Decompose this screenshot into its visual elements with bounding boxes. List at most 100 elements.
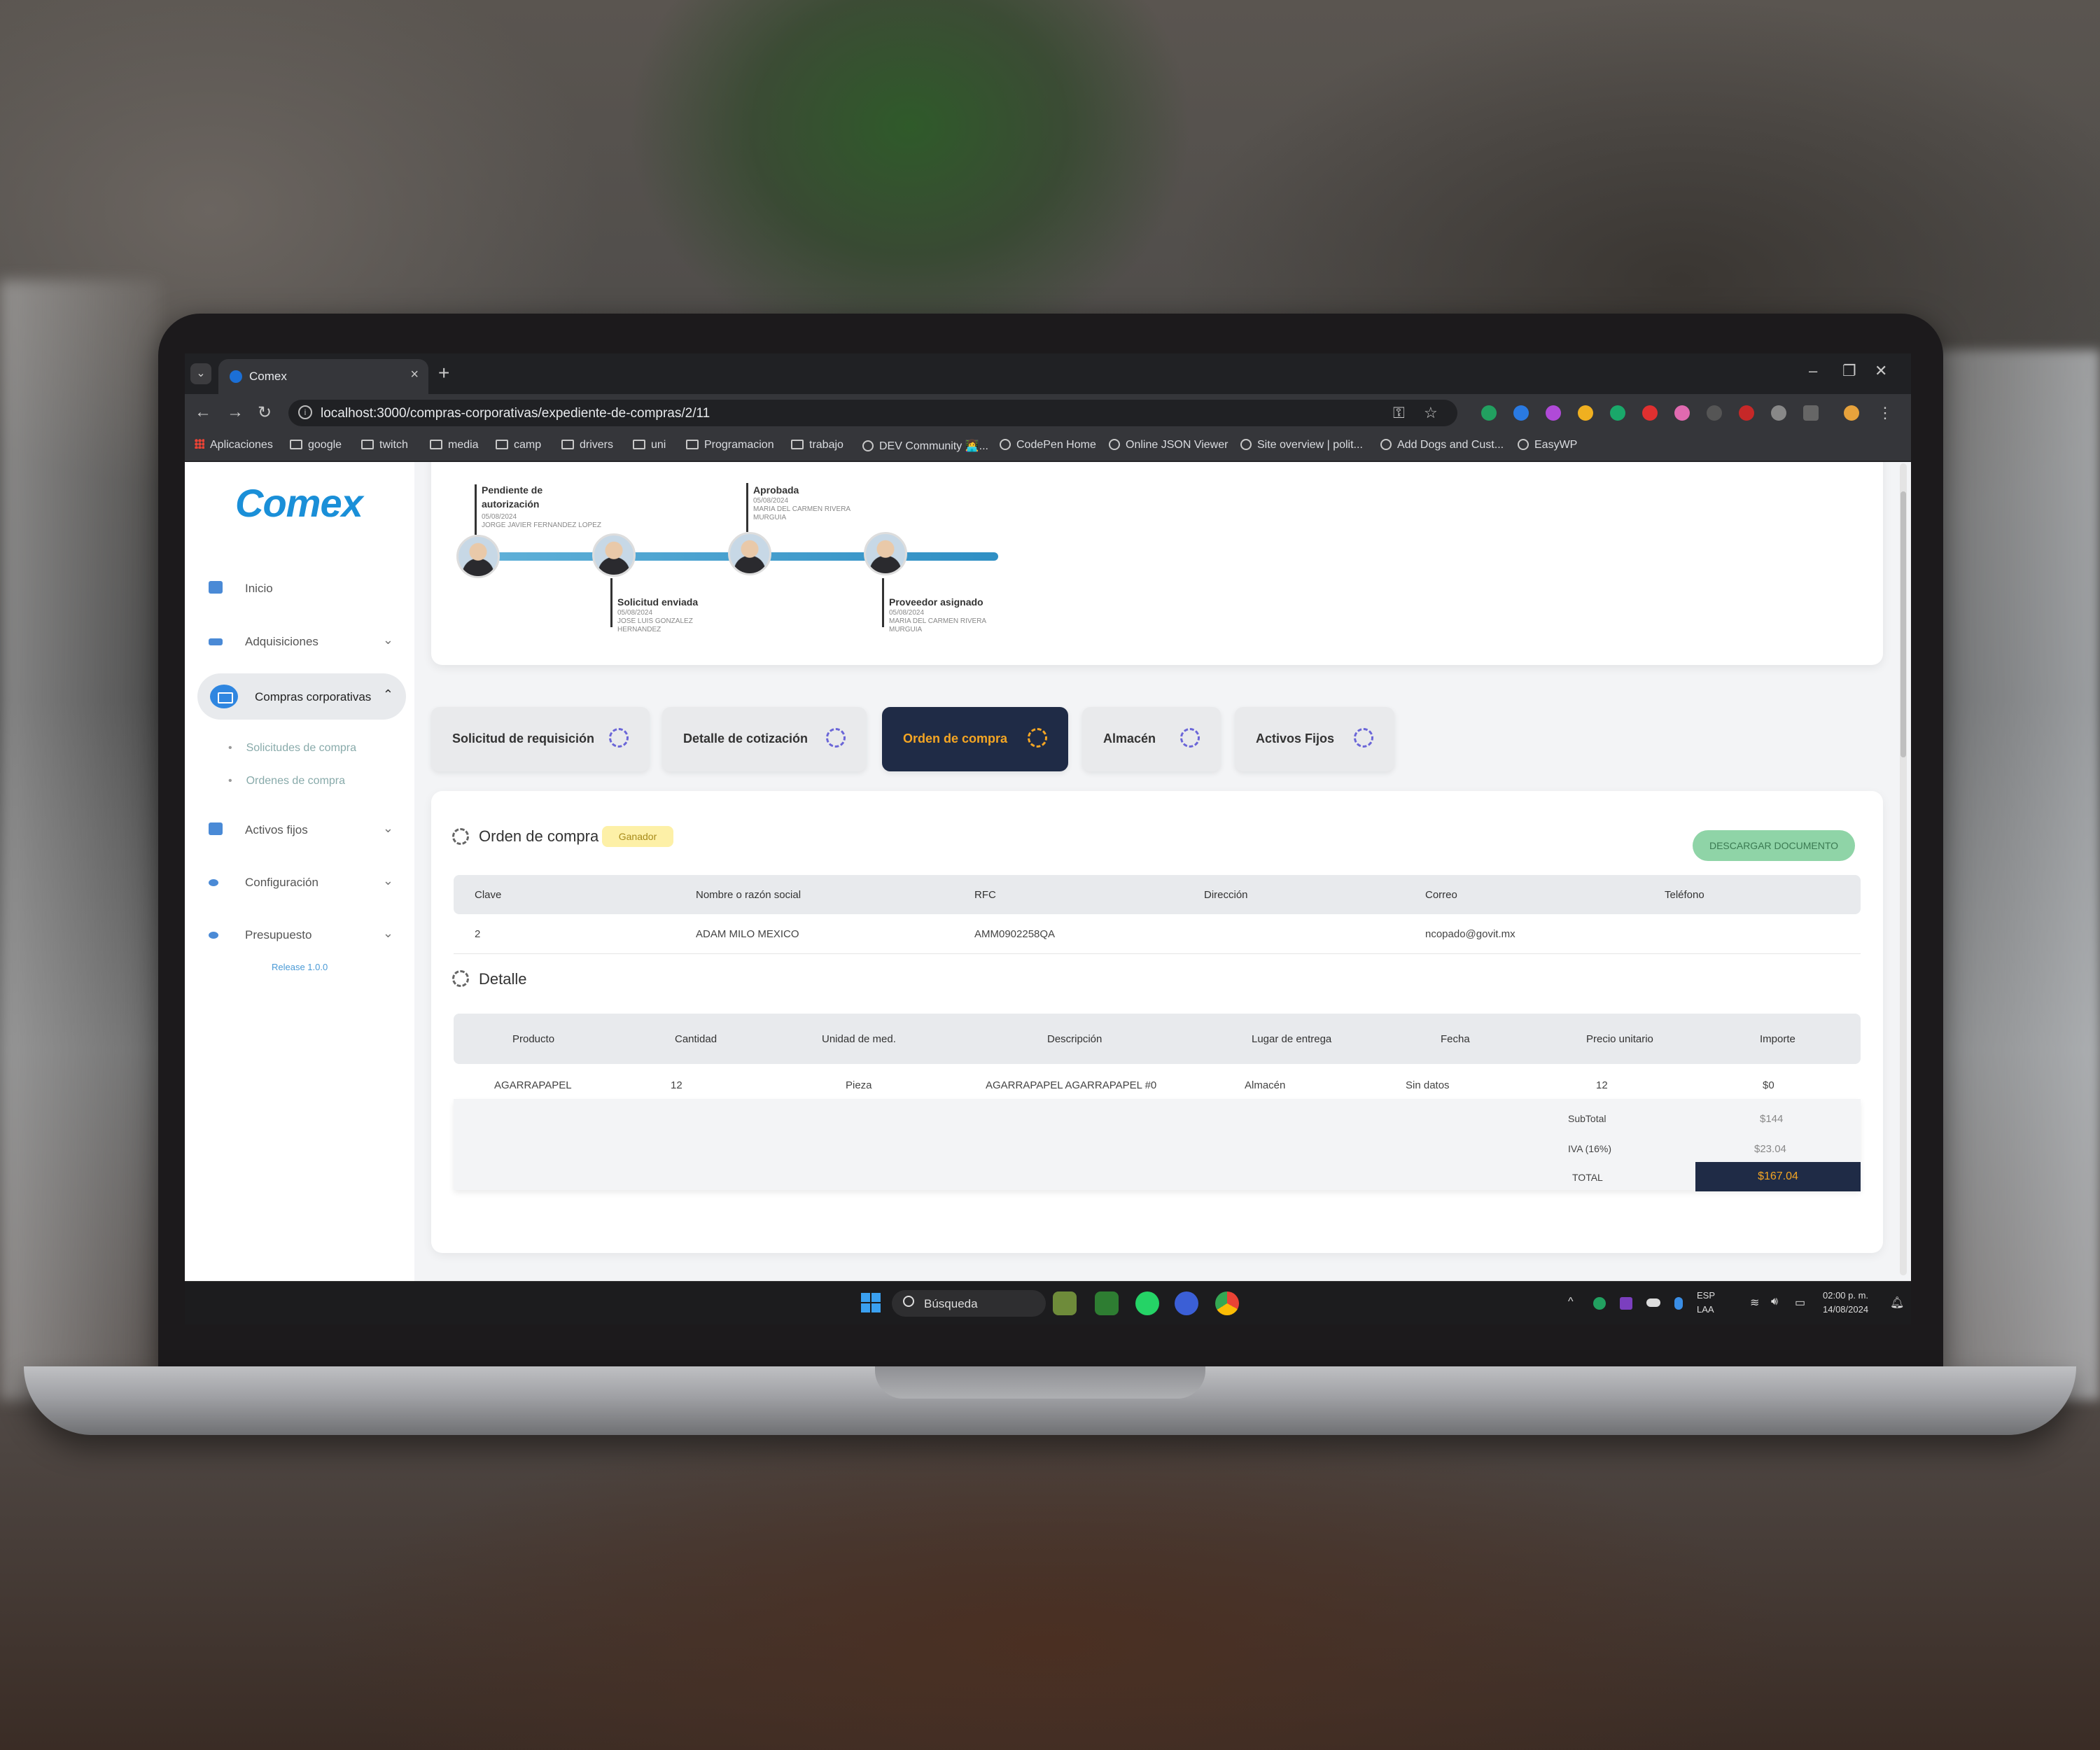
tray-overflow-icon[interactable]: ^ — [1568, 1296, 1574, 1308]
bookmark-folder[interactable]: twitch — [361, 439, 408, 451]
clock-time[interactable]: 02:00 p. m. — [1823, 1290, 1868, 1301]
bookmark-folder[interactable]: Programacion — [686, 439, 774, 451]
section-title-detalle: Detalle — [479, 970, 527, 988]
windows-start-icon[interactable] — [861, 1293, 881, 1312]
subtotal-value: $144 — [1760, 1113, 1784, 1125]
taskbar-app-minecraft-icon[interactable] — [1095, 1292, 1119, 1315]
taskbar-app-messenger-icon[interactable] — [1175, 1292, 1198, 1315]
minimize-icon[interactable]: – — [1809, 362, 1817, 380]
bookmark-apps[interactable]: Aplicaciones — [195, 439, 273, 451]
browser-menu-icon[interactable]: ⋮ — [1877, 404, 1893, 422]
extension-shield-gray-icon[interactable] — [1771, 405, 1786, 421]
chevron-down-icon: ⌄ — [382, 874, 393, 888]
extension-gray-icon[interactable] — [1707, 405, 1722, 421]
extension-green-icon[interactable] — [1610, 405, 1625, 421]
tab-solicitud-requisicion[interactable]: Solicitud de requisición — [431, 707, 650, 771]
tray-shield-icon[interactable] — [1593, 1297, 1606, 1310]
extension-pdf-icon[interactable] — [1642, 405, 1658, 421]
tab-search-button[interactable]: ⌄ — [190, 363, 211, 384]
taskbar-app-whatsapp-icon[interactable] — [1135, 1292, 1159, 1315]
back-icon[interactable]: ← — [195, 402, 211, 422]
taskbar-app-widget-icon[interactable] — [1053, 1292, 1077, 1315]
address-bar[interactable]: i localhost:3000/compras-corporativas/ex… — [288, 400, 1457, 426]
clock-date[interactable]: 14/08/2024 — [1823, 1304, 1868, 1315]
sidebar-subitem-solicitudes[interactable]: Solicitudes de compra — [228, 742, 356, 755]
bookmark-link[interactable]: Online JSON Viewer — [1109, 439, 1228, 451]
tab-activos-fijos[interactable]: Activos Fijos — [1235, 707, 1394, 771]
browser-tab-comex[interactable]: Comex × — [218, 359, 428, 394]
tab-label: Solicitud de requisición — [452, 732, 595, 746]
reload-icon[interactable]: ↻ — [258, 402, 272, 423]
timeline-step-person: JOSE LUIS GONZALEZ HERNANDEZ — [617, 617, 693, 634]
sidebar-item-compras-corporativas[interactable]: Compras corporativas ⌃ — [197, 673, 406, 720]
forward-icon[interactable]: → — [227, 402, 244, 422]
tab-almacen[interactable]: Almacén — [1082, 707, 1221, 771]
extension-color-icon[interactable] — [1674, 405, 1690, 421]
bookmark-star-icon[interactable]: ☆ — [1424, 404, 1438, 422]
bookmark-folder[interactable]: drivers — [561, 439, 613, 451]
column-header: Descripción — [1047, 1033, 1102, 1045]
sidebar-item-adquisiciones[interactable]: Adquisiciones ⌄ — [209, 627, 398, 655]
sidebar-item-inicio[interactable]: Inicio — [209, 574, 398, 602]
volume-icon[interactable]: 🔊︎ — [1771, 1296, 1778, 1308]
card-icon — [209, 638, 223, 645]
tab-orden-compra[interactable]: Orden de compra — [882, 707, 1068, 771]
column-header: Importe — [1760, 1033, 1795, 1045]
bookmark-link[interactable]: Add Dogs and Cust... — [1380, 439, 1504, 451]
bookmark-folder[interactable]: google — [290, 439, 342, 451]
sidebar-item-configuracion[interactable]: Configuración ⌄ — [209, 868, 398, 896]
new-tab-icon[interactable]: + — [438, 362, 449, 384]
sidebar-subitem-ordenes[interactable]: Ordenes de compra — [228, 775, 345, 788]
password-key-icon[interactable]: ⚿ — [1393, 404, 1405, 422]
restore-icon[interactable]: ❐ — [1842, 362, 1856, 380]
bookmark-link[interactable]: DEV Community 👩‍💻... — [862, 439, 988, 453]
tray-onenote-icon[interactable] — [1620, 1297, 1632, 1310]
avatar — [728, 532, 771, 575]
sidebar-item-activos-fijos[interactable]: Activos fijos ⌄ — [209, 816, 398, 844]
tab-detalle-cotizacion[interactable]: Detalle de cotización — [662, 707, 867, 771]
close-tab-icon[interactable]: × — [410, 367, 419, 383]
total-value: $167.04 — [1695, 1162, 1861, 1191]
extension-shield-icon[interactable] — [1481, 405, 1497, 421]
gear-icon — [609, 728, 629, 748]
bookmark-folder[interactable]: media — [430, 439, 479, 451]
bookmark-link[interactable]: Site overview | polit... — [1240, 439, 1363, 451]
taskbar-app-chrome-icon[interactable] — [1215, 1292, 1239, 1315]
avatar — [456, 535, 500, 578]
extension-check-icon[interactable] — [1513, 405, 1529, 421]
column-header: Clave — [475, 889, 502, 901]
folder-icon — [791, 440, 804, 449]
globe-icon — [1109, 439, 1120, 450]
site-info-icon[interactable]: i — [298, 405, 312, 419]
bookmark-link[interactable]: CodePen Home — [1000, 439, 1096, 451]
bookmark-folder[interactable]: trabajo — [791, 439, 844, 451]
column-header: Lugar de entrega — [1252, 1033, 1332, 1045]
profile-avatar-icon[interactable] — [1844, 405, 1859, 421]
tray-cloud-icon[interactable] — [1646, 1298, 1660, 1307]
bookmark-folder[interactable]: uni — [633, 439, 666, 451]
comex-logo[interactable]: Comex — [235, 480, 363, 526]
page-scrollbar[interactable] — [1900, 463, 1907, 1275]
extension-drive-icon[interactable] — [1578, 405, 1593, 421]
keyboard-language[interactable]: ESP — [1697, 1290, 1715, 1301]
url-text: localhost:3000/compras-corporativas/expe… — [321, 406, 710, 421]
extension-purple-icon[interactable] — [1546, 405, 1561, 421]
wifi-icon[interactable]: ≋ — [1750, 1296, 1759, 1310]
battery-icon[interactable]: ▭ — [1795, 1296, 1805, 1310]
tray-bluetooth-icon[interactable] — [1674, 1297, 1683, 1310]
notification-bell-icon[interactable]: 🔔︎ — [1890, 1296, 1904, 1310]
column-header: Fecha — [1441, 1033, 1470, 1045]
sidebar-item-label: Compras corporativas — [255, 690, 372, 704]
bookmark-link[interactable]: EasyWP — [1518, 439, 1577, 451]
close-window-icon[interactable]: ✕ — [1875, 362, 1887, 380]
sidebar-item-presupuesto[interactable]: Presupuesto ⌄ — [209, 920, 398, 948]
sidebar-item-label: Adquisiciones — [245, 635, 318, 648]
taskbar-search[interactable]: Búsqueda — [892, 1290, 1046, 1317]
detail-cell: 12 — [671, 1079, 682, 1091]
download-document-button[interactable]: DESCARGAR DOCUMENTO — [1693, 830, 1855, 861]
scrollbar-thumb[interactable] — [1900, 491, 1906, 757]
keyboard-layout[interactable]: LAA — [1697, 1304, 1714, 1315]
extension-red-icon[interactable] — [1739, 405, 1754, 421]
extensions-puzzle-icon[interactable] — [1803, 405, 1819, 421]
bookmark-folder[interactable]: camp — [496, 439, 541, 451]
